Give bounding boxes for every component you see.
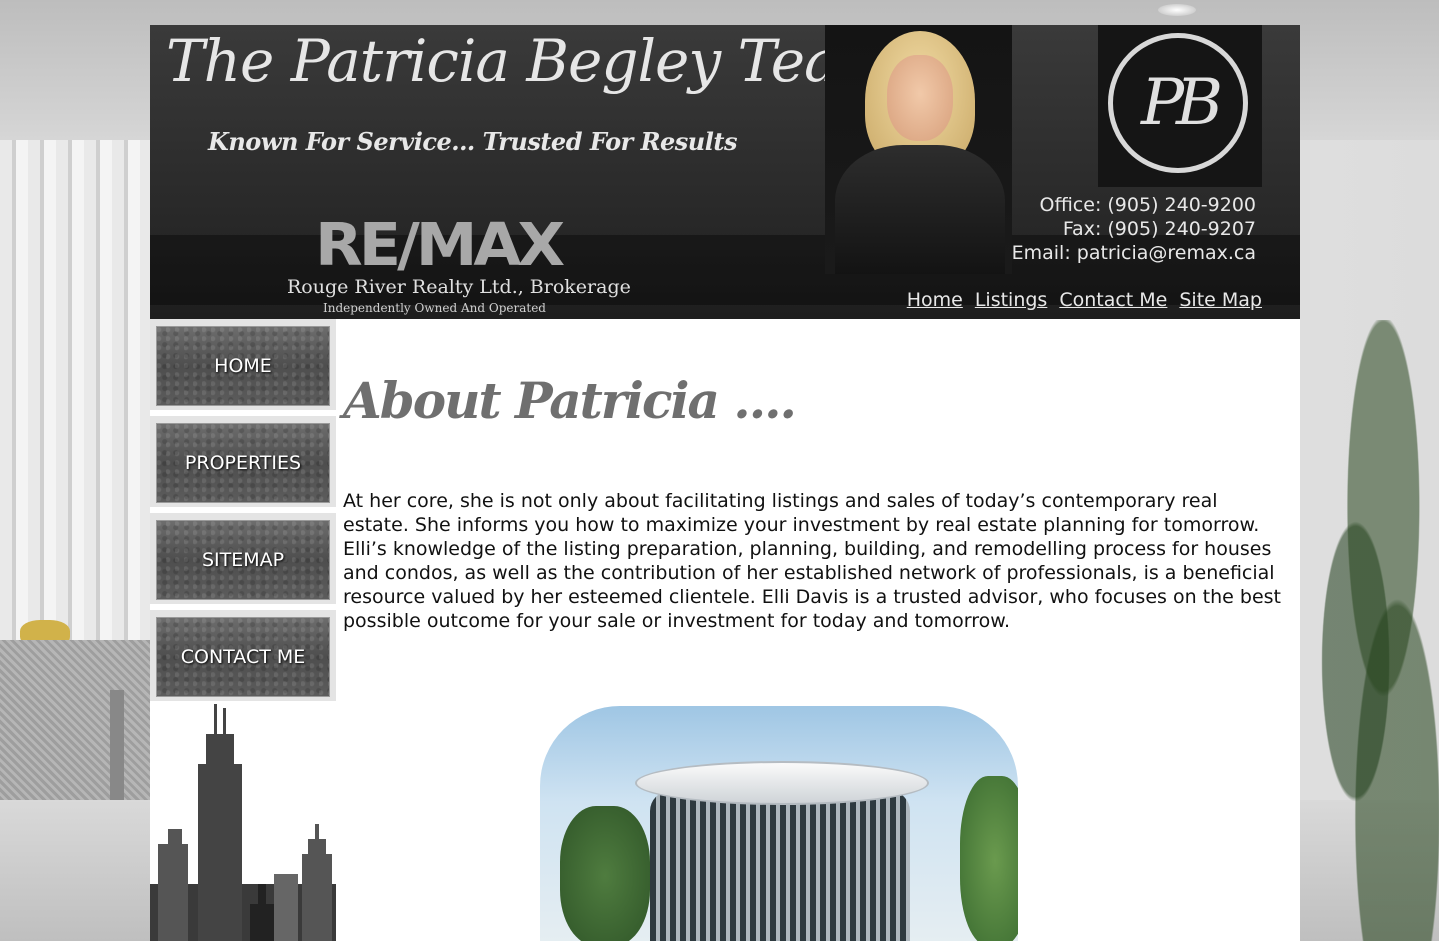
email-address[interactable]: Email: patricia@remax.ca [1012,241,1256,265]
contact-info: Office: (905) 240-9200 Fax: (905) 240-92… [1012,193,1256,265]
background-sofa [0,640,150,800]
brokerage-note: Independently Owned And Operated [323,301,546,315]
sidebar-item-properties[interactable]: PROPERTIES [150,416,336,507]
page-container: The Patricia Begley Team Known For Servi… [150,25,1300,941]
team-title: The Patricia Begley Team [166,27,893,95]
agent-face [887,55,953,141]
remax-logo: RE/MAX [315,209,565,280]
main-content: About Patricia .... At her core, she is … [343,319,1283,941]
house-facade [650,791,910,941]
modern-house-photo [540,706,1018,941]
house-tree-right [960,776,1018,941]
ceiling-light-icon [1158,4,1196,16]
fax-number: Fax: (905) 240-9207 [1062,218,1256,240]
city-skyline-icon [150,704,336,941]
top-nav-site-map[interactable]: Site Map [1179,289,1262,311]
sidebar-item-home[interactable]: HOME [150,319,336,410]
house-roof [635,761,929,805]
top-nav-home[interactable]: Home [907,289,963,311]
background-curtain [0,140,150,660]
page-title: About Patricia .... [343,371,797,430]
sidebar-item-label: CONTACT ME [180,646,306,668]
pb-monogram-logo: PB [1098,25,1262,187]
background-plant [1300,320,1439,941]
sidebar-sitemap-button[interactable]: SITEMAP [156,520,330,600]
house-tree-left [560,806,650,941]
top-nav-listings[interactable]: Listings [975,289,1048,311]
sidebar: HOME PROPERTIES SITEMAP CONTACT ME [150,319,336,941]
sidebar-item-sitemap[interactable]: SITEMAP [150,513,336,604]
agent-body [835,145,1005,274]
sidebar-item-contact-me[interactable]: CONTACT ME [150,610,336,701]
sidebar-item-label: PROPERTIES [184,452,302,474]
sidebar-home-button[interactable]: HOME [156,326,330,406]
site-header: The Patricia Begley Team Known For Servi… [150,25,1300,319]
about-paragraph: At her core, she is not only about facil… [343,490,1281,632]
sidebar-item-label: HOME [214,355,272,377]
brokerage-name: Rouge River Realty Ltd., Brokerage [287,276,631,298]
tagline: Known For Service... Trusted For Results [208,127,737,156]
top-nav: Home Listings Contact Me Site Map [907,289,1262,311]
top-nav-contact-me[interactable]: Contact Me [1059,289,1167,311]
pb-monogram: PB [1108,33,1248,173]
sidebar-properties-button[interactable]: PROPERTIES [156,423,330,503]
sidebar-item-label: SITEMAP [201,549,285,571]
office-phone: Office: (905) 240-9200 [1039,194,1256,216]
agent-photo [825,25,1012,274]
sidebar-contact-me-button[interactable]: CONTACT ME [156,617,330,697]
background-sofa-leg [110,690,124,810]
